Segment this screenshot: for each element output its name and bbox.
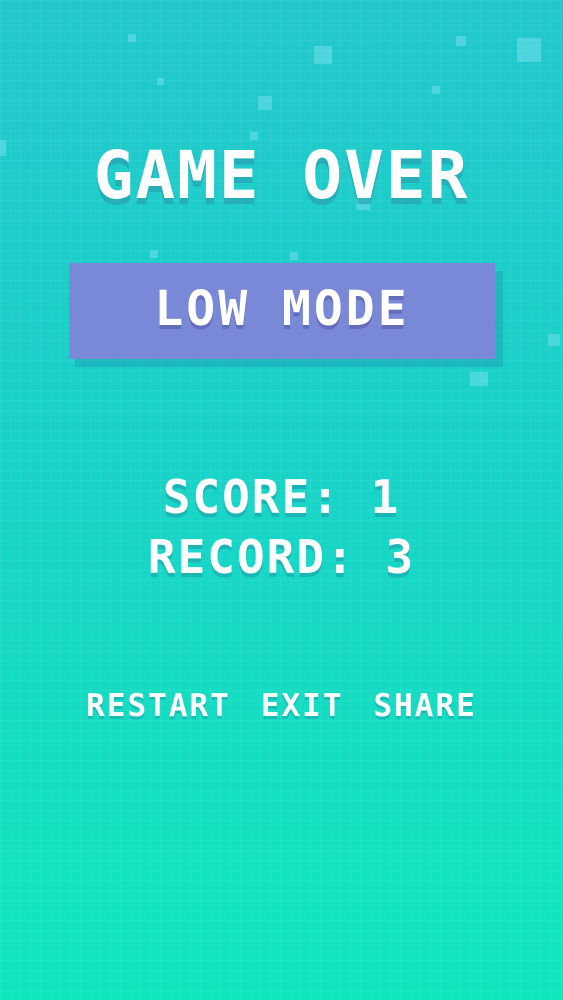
background-particle (150, 250, 158, 258)
score-text: SCORE: 1 (162, 470, 401, 524)
background-particle (548, 334, 560, 346)
share-button[interactable]: SHARE (373, 688, 476, 724)
restart-button[interactable]: RESTART (86, 688, 231, 724)
action-bar: RESTART EXIT SHARE (0, 688, 563, 724)
exit-button[interactable]: EXIT (261, 688, 344, 724)
record-text: RECORD: 3 (147, 530, 416, 584)
background-particle (128, 34, 136, 42)
game-over-title: GAME OVER (93, 137, 470, 214)
mode-banner: LOW MODE (69, 263, 495, 359)
background-particle (470, 372, 488, 386)
background-particle (456, 36, 466, 46)
background-particle (258, 96, 272, 110)
background-particle (290, 252, 298, 260)
background-particle (517, 38, 541, 62)
mode-label: LOW MODE (154, 281, 410, 337)
background-particle (432, 86, 440, 94)
background-particle (157, 78, 164, 85)
background-particle (314, 46, 332, 64)
